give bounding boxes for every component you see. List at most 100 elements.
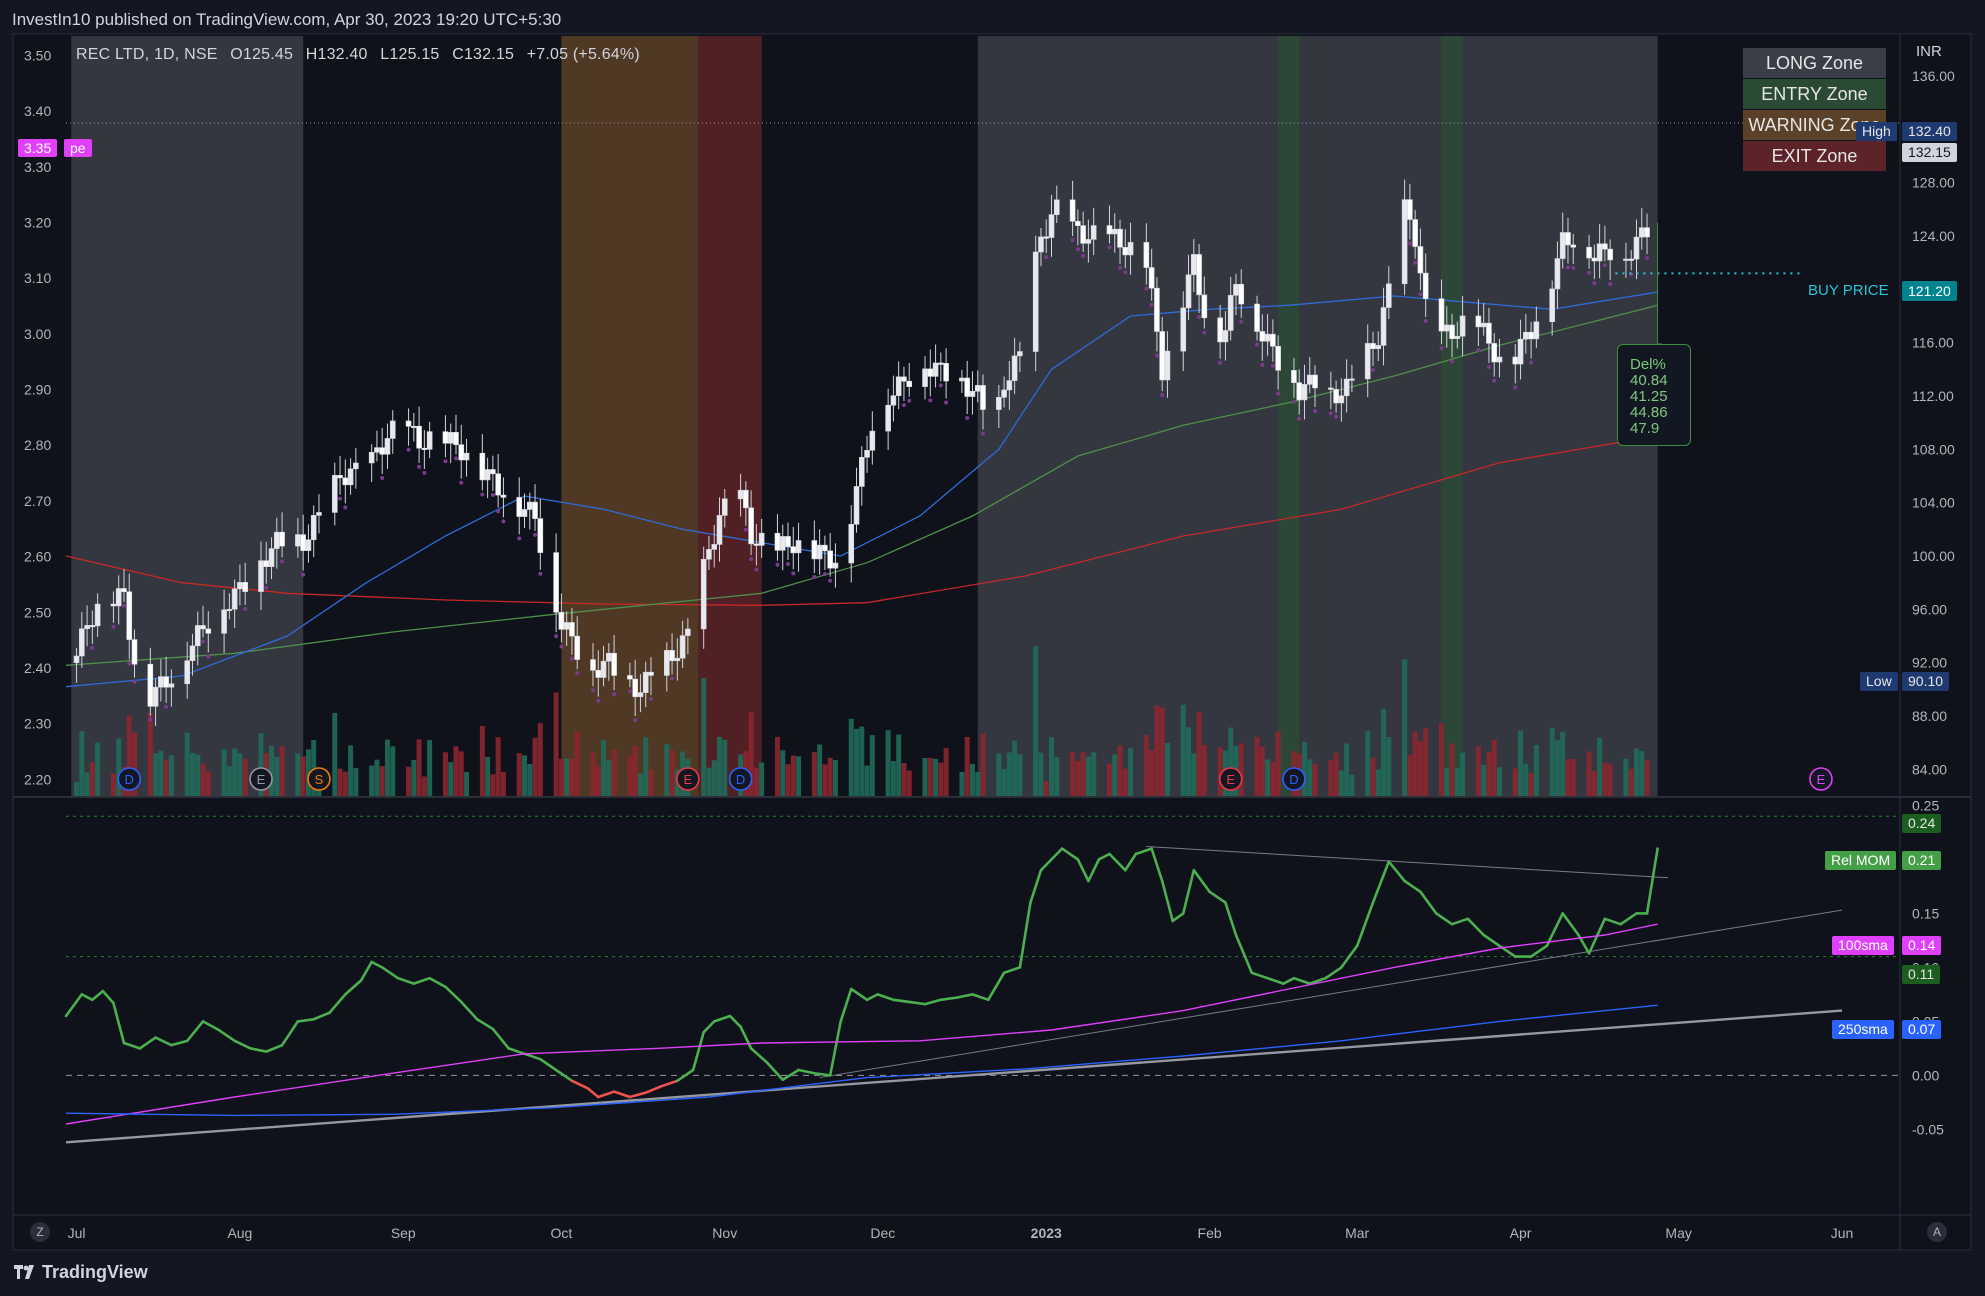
volume-bar <box>564 758 570 796</box>
volume-bar <box>1112 754 1118 796</box>
volume-bar <box>537 723 543 796</box>
candle-body <box>595 670 602 678</box>
candle-marker <box>1218 360 1223 365</box>
candle-body <box>1491 343 1498 363</box>
volume-bar <box>611 749 617 796</box>
candle-body <box>1591 257 1598 262</box>
symbol-name[interactable]: REC LTD, 1D, NSE <box>76 46 218 63</box>
candle-marker <box>791 571 796 576</box>
candle-marker <box>121 603 126 608</box>
volume-bar <box>1254 736 1260 796</box>
volume-bar <box>1180 704 1186 796</box>
volume-bar <box>1644 760 1650 796</box>
price-axis-tick: 116.00 <box>1912 335 1954 351</box>
volume-bar <box>1349 774 1355 796</box>
volume-bar <box>1439 723 1444 796</box>
volume-bar <box>1607 764 1613 796</box>
volume-bar <box>1154 705 1160 796</box>
time-axis-tick: Apr <box>1510 1225 1532 1241</box>
volume-bar <box>1196 712 1202 796</box>
candle-body <box>558 611 565 630</box>
time-axis-tick: Mar <box>1345 1225 1369 1241</box>
volume-bar <box>379 766 385 796</box>
volume-bar <box>706 767 712 796</box>
candle-body <box>1312 374 1318 389</box>
volume-bar <box>553 692 559 796</box>
volume-bar <box>1639 751 1645 796</box>
change-value: +7.05 (+5.64%) <box>526 46 640 63</box>
candle-body <box>1559 232 1566 259</box>
candle-body <box>1264 333 1271 342</box>
candle-body <box>1275 345 1281 371</box>
volume-bar <box>1191 753 1197 796</box>
auto-scale-right-button[interactable]: A <box>1927 1222 1947 1242</box>
volume-bar <box>969 763 975 796</box>
candle-body <box>996 397 1002 410</box>
candle-body <box>1180 307 1187 352</box>
pe-axis-tick: 2.40 <box>24 660 51 676</box>
volume-bar <box>1122 768 1128 796</box>
candle-marker <box>132 679 137 684</box>
candle-body <box>279 531 285 547</box>
candle-body <box>1370 343 1376 350</box>
volume-bar <box>500 771 506 796</box>
candle-body <box>553 552 559 613</box>
volume-bar <box>348 745 354 796</box>
pe-axis-tick: 2.70 <box>24 493 51 509</box>
time-axis-tick: Jul <box>68 1225 86 1241</box>
candle-body <box>685 628 691 636</box>
candle-body <box>1148 267 1155 289</box>
candle-body <box>785 536 791 547</box>
pe-axis-tick: 3.00 <box>24 326 51 342</box>
candle-body <box>679 635 686 659</box>
candle-body <box>895 376 902 396</box>
volume-bar <box>168 755 174 796</box>
volume-bar <box>421 776 427 796</box>
volume-bar <box>569 758 575 796</box>
candle-marker <box>1513 385 1518 390</box>
candle-marker <box>1276 391 1281 396</box>
candle-body <box>1459 315 1466 337</box>
candle-marker <box>754 567 759 572</box>
volume-bar <box>822 764 828 796</box>
volume-bar <box>495 737 501 796</box>
candle-marker <box>627 689 632 694</box>
volume-bar <box>1475 746 1481 796</box>
candle-body <box>221 609 227 634</box>
volume-bar <box>522 755 527 796</box>
candle-marker <box>822 572 827 577</box>
candle-body <box>959 377 965 382</box>
publisher-line: InvestIn10 published on TradingView.com,… <box>12 10 562 29</box>
candle-body <box>1196 254 1202 296</box>
volume-bar <box>1033 646 1039 796</box>
candle-body <box>1607 248 1613 261</box>
delivery-value: 40.84 <box>1630 372 1668 389</box>
high-value: H132.40 <box>305 46 368 63</box>
candle-marker <box>280 559 285 564</box>
candle-body <box>295 534 301 547</box>
candle-body <box>405 420 412 427</box>
candle-body <box>1011 355 1018 381</box>
candle-body <box>1480 322 1487 328</box>
candle-marker <box>965 416 970 421</box>
candle-body <box>1259 331 1266 342</box>
volume-bar <box>1512 768 1518 796</box>
volume-bar <box>189 752 195 796</box>
delivery-value: 44.86 <box>1630 404 1668 421</box>
candle-marker <box>938 383 943 388</box>
candle-marker <box>633 718 638 723</box>
candle-body <box>516 497 523 517</box>
event-marker-label: E <box>1226 772 1235 787</box>
candle-body <box>1185 274 1192 309</box>
candle-body <box>1227 295 1234 331</box>
relmom-label-tag: Rel MOM <box>1825 851 1897 870</box>
time-axis-tick: Nov <box>712 1225 737 1241</box>
event-marker-label: D <box>125 772 134 787</box>
candle-marker <box>490 492 495 497</box>
pe-label-tag: pe <box>64 139 92 157</box>
candle-body <box>1523 331 1529 340</box>
candle-marker <box>928 398 933 403</box>
auto-scale-left-button[interactable]: Z <box>30 1222 50 1242</box>
candle-body <box>1375 345 1382 350</box>
volume-bar <box>1623 758 1629 796</box>
